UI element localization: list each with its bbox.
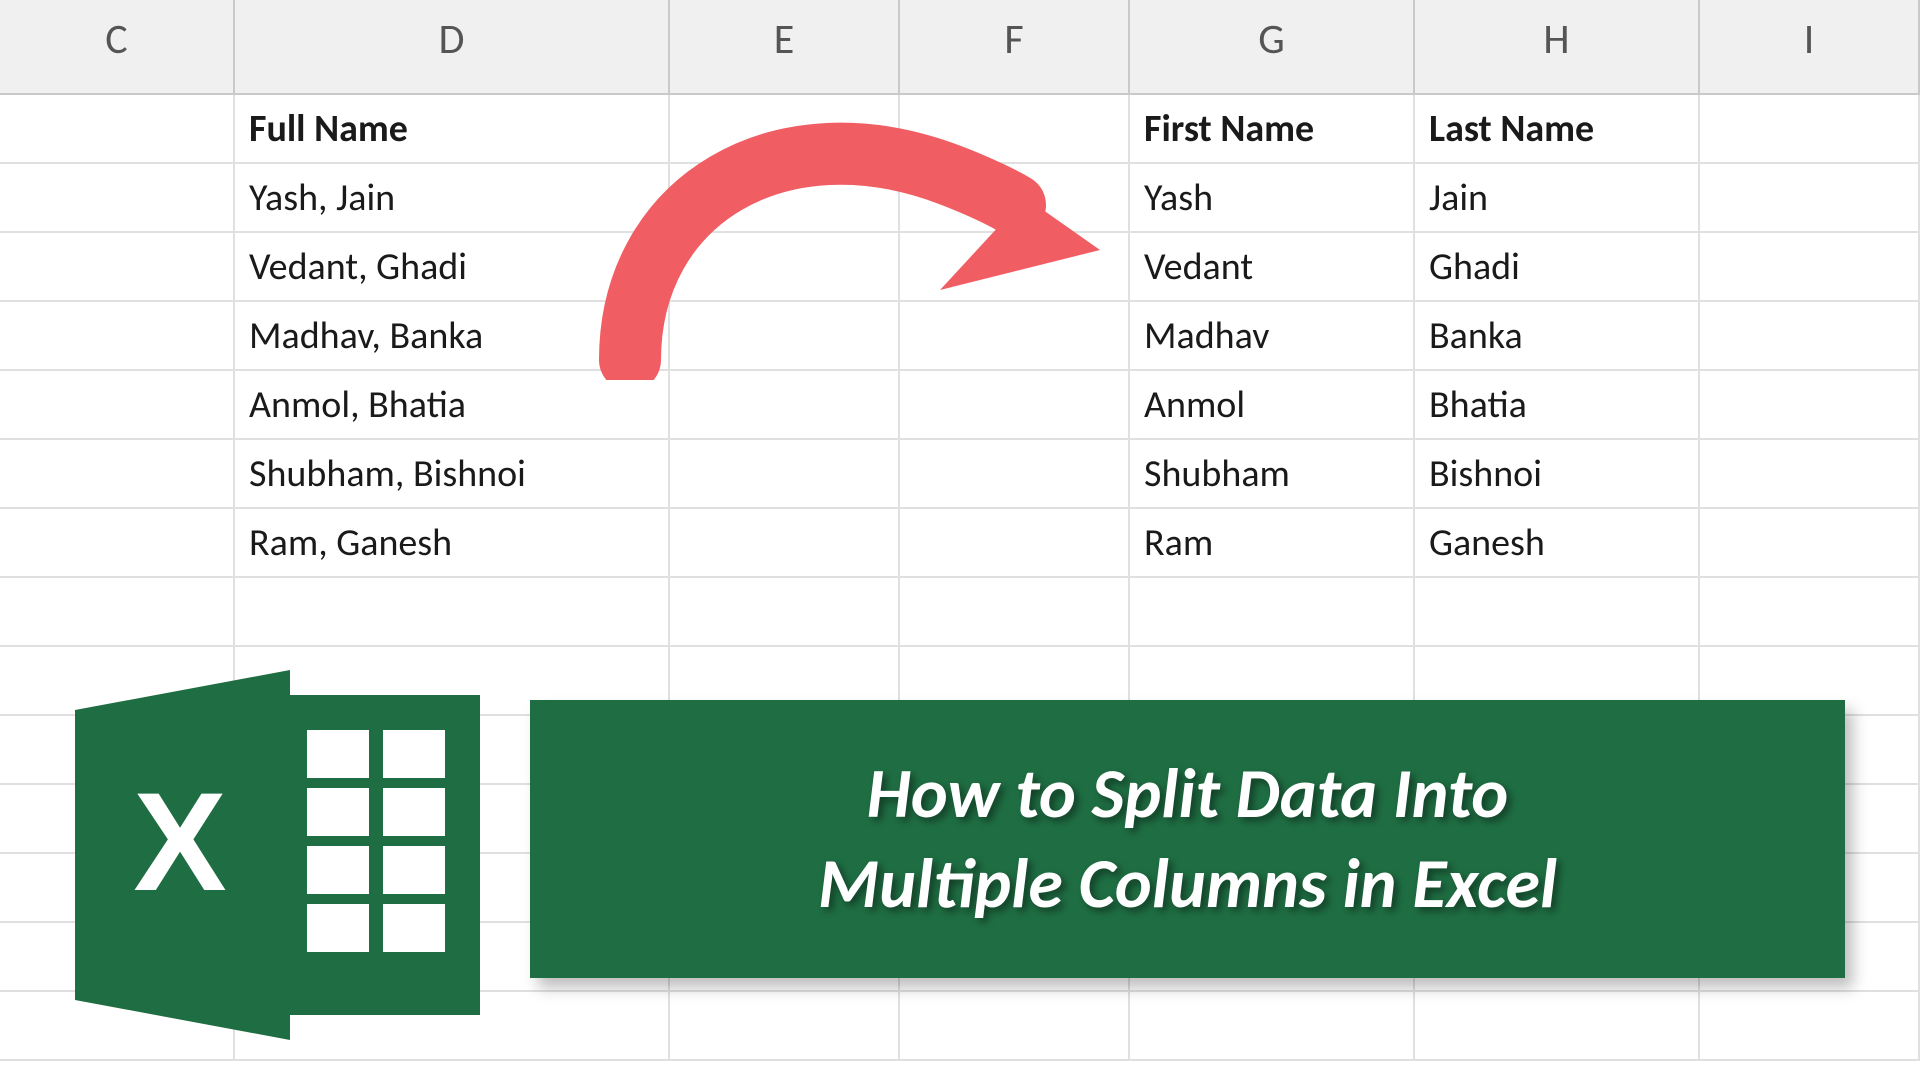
cell[interactable]: [900, 578, 1130, 645]
column-header-row: C D E F G H I: [0, 0, 1920, 95]
cell[interactable]: [0, 440, 235, 507]
table-row: Vedant, Ghadi Vedant Ghadi: [0, 233, 1920, 302]
cell[interactable]: [235, 578, 670, 645]
cell[interactable]: [900, 164, 1130, 231]
cell[interactable]: [1700, 578, 1920, 645]
cell[interactable]: [670, 233, 900, 300]
cell[interactable]: [1130, 992, 1415, 1059]
full-name-cell[interactable]: Yash, Jain: [235, 164, 670, 231]
first-name-cell[interactable]: Ram: [1130, 509, 1415, 576]
first-name-cell[interactable]: Shubham: [1130, 440, 1415, 507]
last-name-cell[interactable]: Ganesh: [1415, 509, 1700, 576]
cell[interactable]: [0, 164, 235, 231]
cell[interactable]: [900, 992, 1130, 1059]
header-last-name[interactable]: Last Name: [1415, 95, 1700, 162]
full-name-cell[interactable]: Anmol, Bhatia: [235, 371, 670, 438]
cell[interactable]: [670, 95, 900, 162]
cell[interactable]: [1700, 992, 1920, 1059]
banner-text: How to Split Data Into Multiple Columns …: [788, 749, 1587, 928]
cell[interactable]: [0, 509, 235, 576]
cell[interactable]: [670, 578, 900, 645]
column-header-D[interactable]: D: [235, 0, 670, 93]
cell[interactable]: [1700, 233, 1920, 300]
column-header-C[interactable]: C: [0, 0, 235, 93]
cell[interactable]: [1700, 509, 1920, 576]
cell[interactable]: [1130, 578, 1415, 645]
last-name-cell[interactable]: Banka: [1415, 302, 1700, 369]
cell[interactable]: [0, 371, 235, 438]
excel-logo-icon: X: [55, 660, 495, 1050]
cell[interactable]: [1700, 302, 1920, 369]
header-row: Full Name First Name Last Name: [0, 95, 1920, 164]
cell[interactable]: [0, 578, 235, 645]
full-name-cell[interactable]: Madhav, Banka: [235, 302, 670, 369]
table-row: [0, 578, 1920, 647]
cell[interactable]: [670, 371, 900, 438]
cell[interactable]: [1700, 95, 1920, 162]
banner-line-2: Multiple Columns in Excel: [818, 840, 1557, 926]
header-first-name[interactable]: First Name: [1130, 95, 1415, 162]
svg-text:X: X: [133, 763, 226, 920]
cell[interactable]: [0, 302, 235, 369]
column-header-G[interactable]: G: [1130, 0, 1415, 93]
cell[interactable]: [1415, 992, 1700, 1059]
cell[interactable]: [900, 302, 1130, 369]
full-name-cell[interactable]: Vedant, Ghadi: [235, 233, 670, 300]
cell[interactable]: [900, 95, 1130, 162]
cell[interactable]: [0, 95, 235, 162]
last-name-cell[interactable]: Jain: [1415, 164, 1700, 231]
last-name-cell[interactable]: Bhatia: [1415, 371, 1700, 438]
cell[interactable]: [1700, 371, 1920, 438]
header-full-name[interactable]: Full Name: [235, 95, 670, 162]
cell[interactable]: [1700, 164, 1920, 231]
column-header-E[interactable]: E: [670, 0, 900, 93]
column-header-F[interactable]: F: [900, 0, 1130, 93]
title-banner: How to Split Data Into Multiple Columns …: [530, 700, 1845, 978]
column-header-H[interactable]: H: [1415, 0, 1700, 93]
full-name-cell[interactable]: Ram, Ganesh: [235, 509, 670, 576]
first-name-cell[interactable]: Vedant: [1130, 233, 1415, 300]
last-name-cell[interactable]: Bishnoi: [1415, 440, 1700, 507]
first-name-cell[interactable]: Yash: [1130, 164, 1415, 231]
first-name-cell[interactable]: Madhav: [1130, 302, 1415, 369]
cell[interactable]: [670, 440, 900, 507]
cell[interactable]: [670, 992, 900, 1059]
table-row: Anmol, Bhatia Anmol Bhatia: [0, 371, 1920, 440]
cell[interactable]: [0, 233, 235, 300]
cell[interactable]: [670, 302, 900, 369]
cell[interactable]: [900, 509, 1130, 576]
table-row: Yash, Jain Yash Jain: [0, 164, 1920, 233]
cell[interactable]: [900, 440, 1130, 507]
table-row: Madhav, Banka Madhav Banka: [0, 302, 1920, 371]
table-row: Shubham, Bishnoi Shubham Bishnoi: [0, 440, 1920, 509]
cell[interactable]: [670, 164, 900, 231]
table-row: Ram, Ganesh Ram Ganesh: [0, 509, 1920, 578]
banner-line-1: How to Split Data Into: [867, 750, 1509, 836]
last-name-cell[interactable]: Ghadi: [1415, 233, 1700, 300]
cell[interactable]: [900, 371, 1130, 438]
cell[interactable]: [1415, 578, 1700, 645]
column-header-I[interactable]: I: [1700, 0, 1920, 93]
cell[interactable]: [1700, 440, 1920, 507]
cell[interactable]: [670, 509, 900, 576]
cell[interactable]: [900, 233, 1130, 300]
full-name-cell[interactable]: Shubham, Bishnoi: [235, 440, 670, 507]
first-name-cell[interactable]: Anmol: [1130, 371, 1415, 438]
